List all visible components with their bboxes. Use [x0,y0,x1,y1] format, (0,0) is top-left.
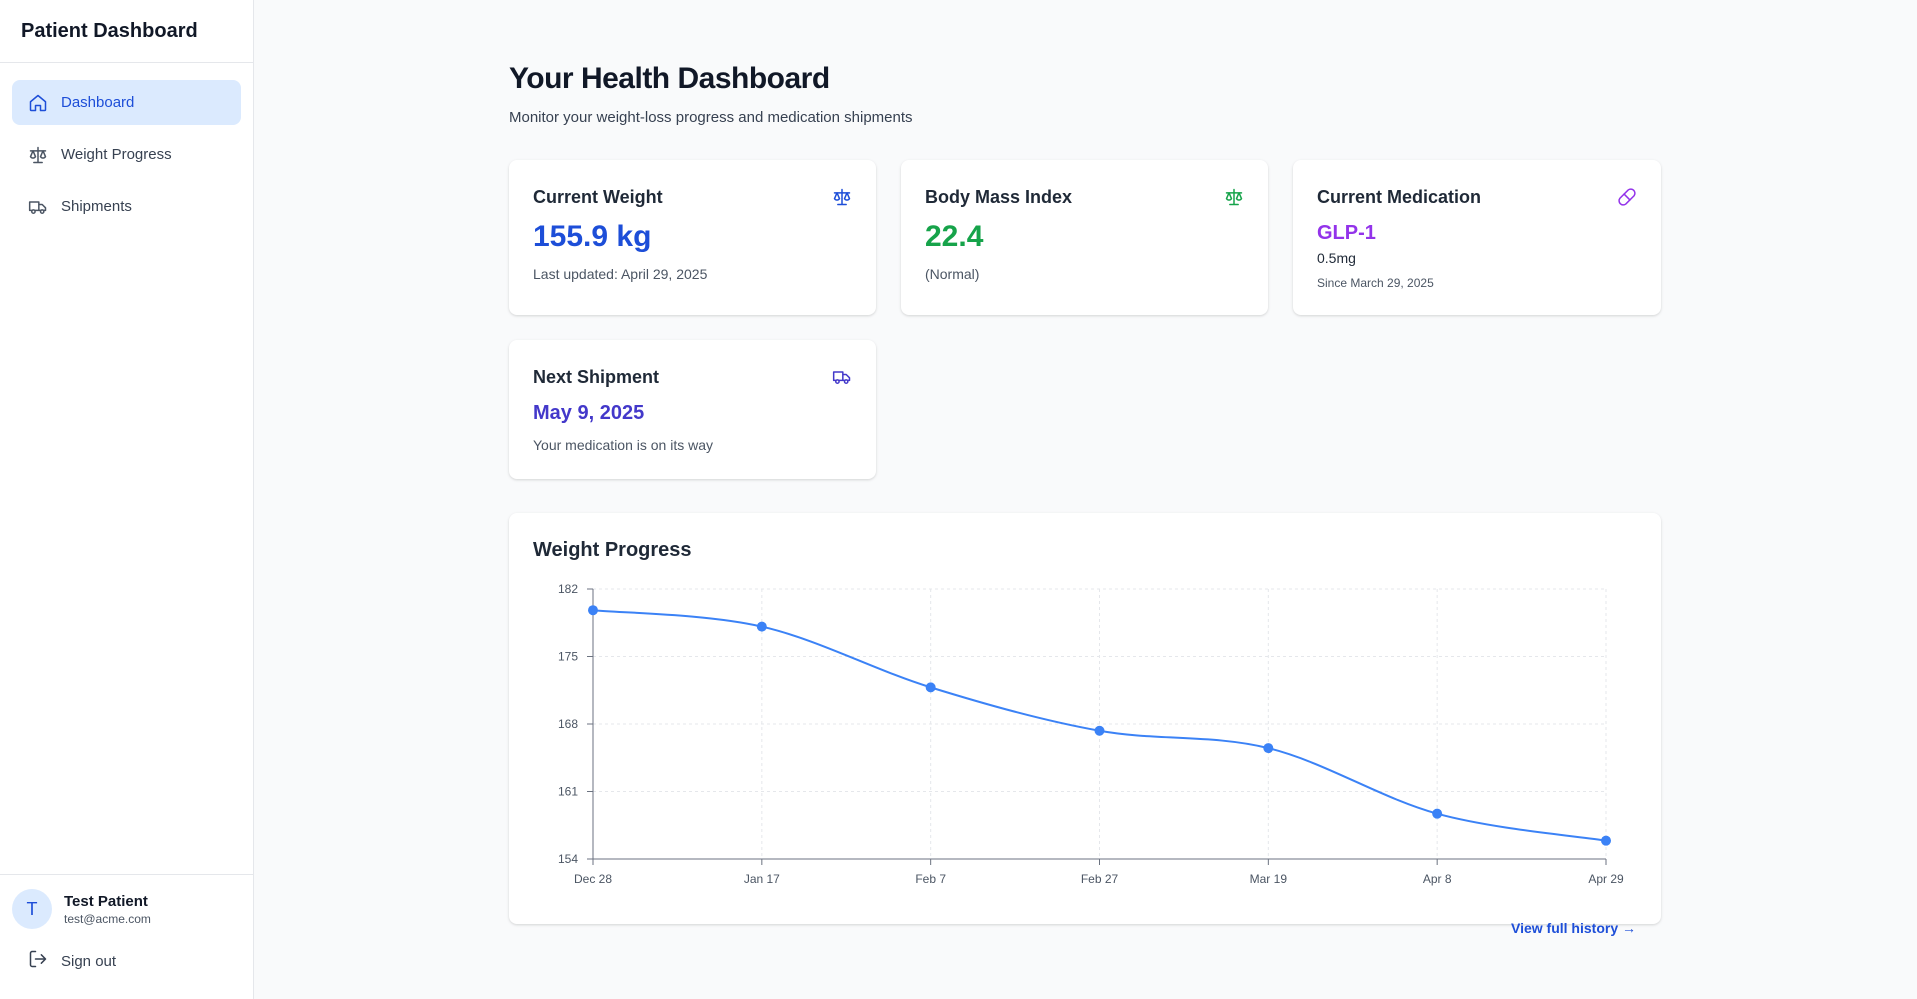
y-tick-label: 182 [558,582,578,596]
bmi-value: 22.4 [925,220,984,253]
data-point [1432,808,1443,819]
home-icon [28,93,48,113]
x-tick-label: Mar 19 [1250,872,1288,886]
shipment-status: Your medication is on its way [533,437,714,453]
medication-since: Since March 29, 2025 [1317,276,1434,290]
weight-progress-chart-card: Weight Progress 154 161 168 175 182 Dec 28 Jan… [509,513,1661,924]
medication-dose: 0.5mg [1317,250,1356,266]
y-tick-label: 168 [558,717,578,731]
scale-icon [1224,187,1244,207]
card-title: Current Weight [533,187,663,207]
x-tick-label: Apr 29 [1588,872,1624,886]
medication-name: GLP-1 [1317,222,1376,244]
bmi-card: Body Mass Index 22.4 (Normal) [901,160,1268,315]
current-medication-card: Current Medication GLP-1 0.5mg Since Mar… [1293,160,1661,315]
page-subtitle: Monitor your weight-loss progress and me… [509,109,913,126]
current-weight-card: Current Weight 155.9 kg Last updated: Ap… [509,160,876,315]
sign-out-label: Sign out [61,952,117,970]
data-point [1601,835,1611,846]
x-tick-label: Jan 17 [744,872,780,886]
card-title: Current Medication [1317,187,1482,207]
user-email: test@acme.com [64,911,151,926]
x-tick-label: Feb 27 [1081,872,1119,886]
x-tick-label: Dec 28 [574,872,612,886]
next-shipment-date: May 9, 2025 [533,402,645,424]
sidebar-footer: T Test Patient test@acme.com Sign out [0,874,253,999]
pill-icon [1617,187,1637,207]
sidebar-item-label: Shipments [61,198,132,215]
data-point [925,682,936,693]
sidebar-item-weight-progress[interactable]: Weight Progress [12,132,241,177]
page-title: Your Health Dashboard [509,62,830,95]
x-tick-label: Apr 8 [1423,872,1452,886]
scale-icon [832,187,852,207]
data-point [588,605,598,616]
data-point [756,621,767,632]
data-point [1094,725,1105,736]
sidebar: Patient Dashboard Dashboard Weight Progr… [0,0,254,999]
sidebar-item-label: Weight Progress [61,146,172,163]
current-weight-value: 155.9 kg [533,220,652,253]
truck-icon [28,197,48,217]
card-title: Body Mass Index [925,187,1073,207]
data-point [1263,743,1274,754]
y-tick-label: 161 [558,785,578,799]
bmi-status: (Normal) [925,266,980,282]
last-updated-text: Last updated: April 29, 2025 [533,266,708,282]
avatar: T [12,889,52,929]
sidebar-item-label: Dashboard [61,94,135,111]
sidebar-nav: Dashboard Weight Progress Shipments [0,63,253,229]
y-tick-label: 154 [558,852,578,866]
sidebar-title: Patient Dashboard [0,0,253,63]
truck-icon [832,367,852,387]
user-name: Test Patient [64,892,148,910]
sidebar-item-shipments[interactable]: Shipments [12,184,241,229]
sign-out-icon [28,949,61,973]
sign-out-button[interactable]: Sign out [28,949,253,973]
sidebar-item-dashboard[interactable]: Dashboard [12,80,241,125]
next-shipment-card: Next Shipment May 9, 2025 Your medicatio… [509,340,876,479]
weight-chart: 154 161 168 175 182 Dec 28 Jan 17 Feb 7 Feb 27 Ma… [558,582,1624,886]
y-tick-label: 175 [558,650,578,664]
x-tick-label: Feb 7 [915,872,946,886]
scale-icon [28,145,48,165]
user-profile: T Test Patient test@acme.com [0,875,253,929]
view-full-history-link[interactable]: View full history → [1511,920,1636,936]
card-title: Next Shipment [533,367,660,387]
